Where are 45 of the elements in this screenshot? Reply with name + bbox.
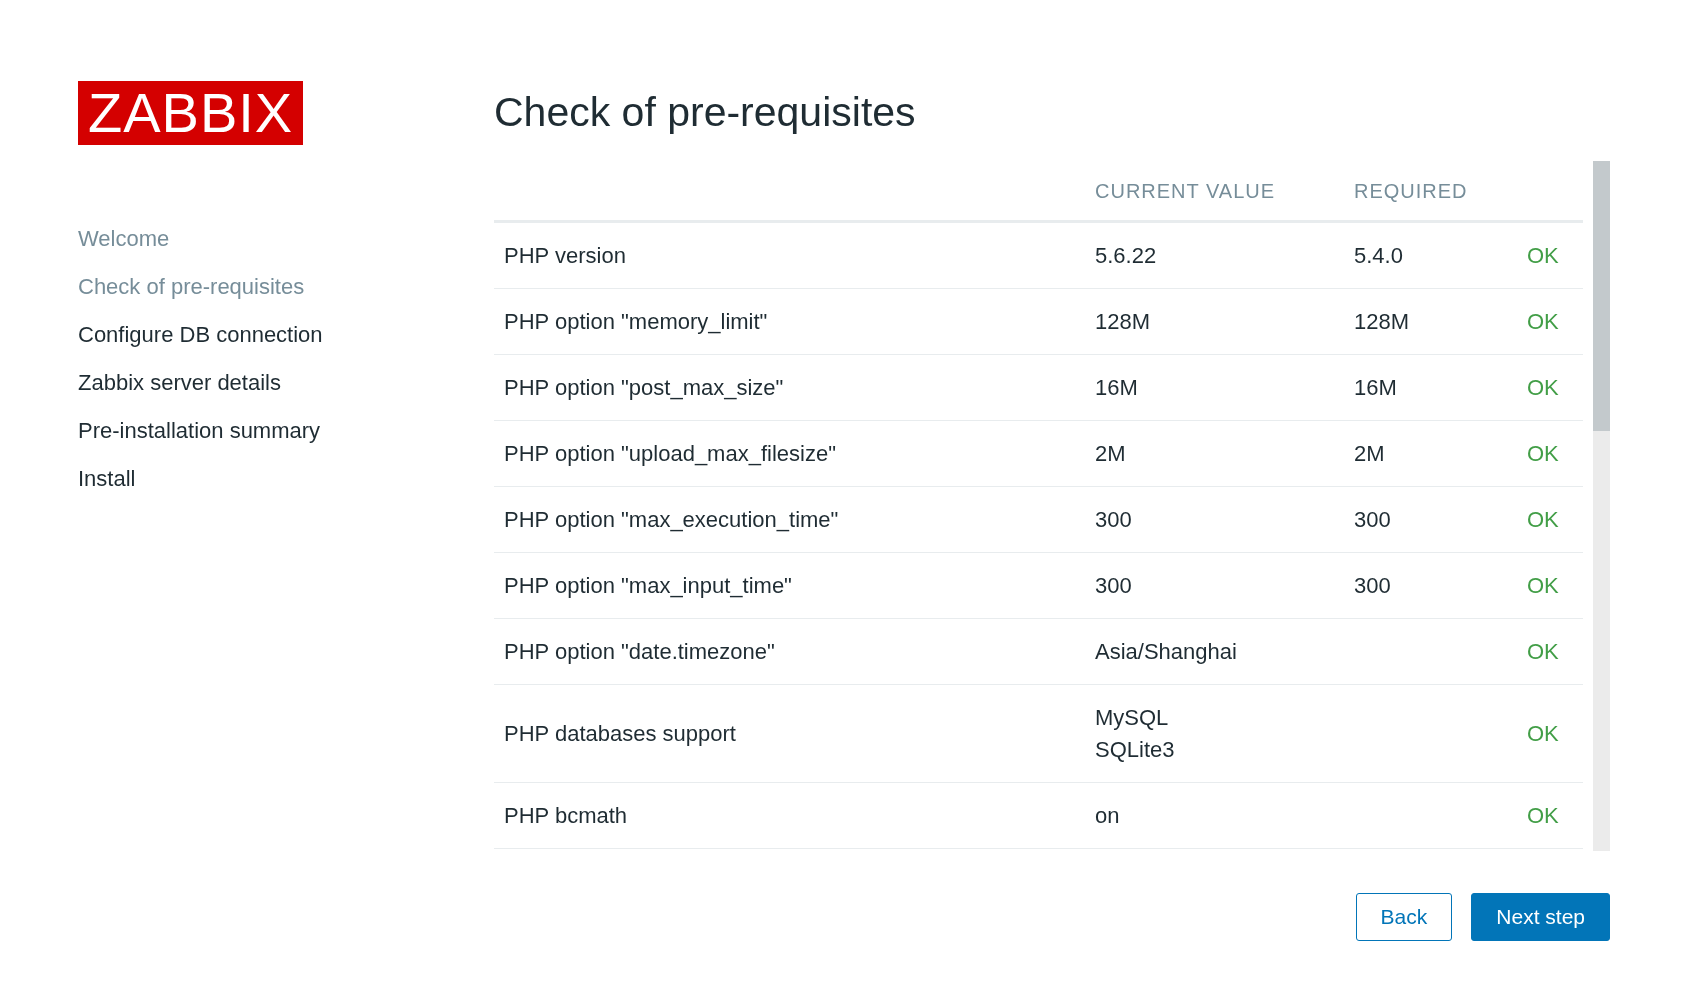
status-text: OK <box>1527 573 1559 598</box>
row-label: PHP databases support <box>504 721 736 746</box>
required-value: 300 <box>1354 573 1391 598</box>
current-value: SQLite3 <box>1095 735 1175 764</box>
sidebar-item[interactable]: Install <box>78 455 136 503</box>
column-header: CURRENT VALUE <box>1095 178 1277 204</box>
required-value: 16M <box>1354 375 1397 400</box>
status-text: OK <box>1527 803 1559 828</box>
sidebar-item[interactable]: Configure DB connection <box>78 311 323 359</box>
status-text: OK <box>1527 721 1559 746</box>
logo: ZABBIX <box>78 81 304 145</box>
status-text: OK <box>1527 309 1559 334</box>
current-value: 2M <box>1095 439 1126 468</box>
row-label: PHP option "max_execution_time" <box>504 507 839 532</box>
current-value: MySQL <box>1095 703 1169 732</box>
status-text: OK <box>1527 375 1559 400</box>
row-label: PHP option "date.timezone" <box>504 639 775 664</box>
page-title: Check of pre-requisites <box>494 88 916 136</box>
sidebar-item[interactable]: Zabbix server details <box>78 359 281 407</box>
current-value: 16M <box>1095 373 1138 402</box>
sidebar-item[interactable]: Pre-installation summary <box>78 407 321 455</box>
status-text: OK <box>1527 243 1559 268</box>
row-label: PHP option "memory_limit" <box>504 309 768 334</box>
current-value: 300 <box>1095 571 1132 600</box>
status-text: OK <box>1527 441 1559 466</box>
row-label: PHP option "upload_max_filesize" <box>504 441 836 466</box>
status-text: OK <box>1527 639 1559 664</box>
required-value: 2M <box>1354 441 1385 466</box>
required-value: 300 <box>1354 507 1391 532</box>
back-button[interactable]: Back <box>1355 893 1453 941</box>
row-label: PHP option "post_max_size" <box>504 375 784 400</box>
current-value: 128M <box>1095 307 1151 336</box>
required-value: 128M <box>1354 309 1410 334</box>
current-value: Asia/Shanghai <box>1095 637 1237 666</box>
scrollbar[interactable] <box>1593 161 1610 851</box>
current-value: 5.6.22 <box>1095 241 1157 270</box>
status-text: OK <box>1527 507 1559 532</box>
row-label: PHP version <box>504 243 626 268</box>
row-label: PHP option "max_input_time" <box>504 573 792 598</box>
column-header: REQUIRED <box>1354 178 1468 204</box>
current-value: on <box>1095 801 1120 830</box>
required-value: 5.4.0 <box>1354 243 1403 268</box>
row-label: PHP bcmath <box>504 803 628 828</box>
current-value: 300 <box>1095 505 1132 534</box>
next-button[interactable]: Next step <box>1471 893 1610 941</box>
